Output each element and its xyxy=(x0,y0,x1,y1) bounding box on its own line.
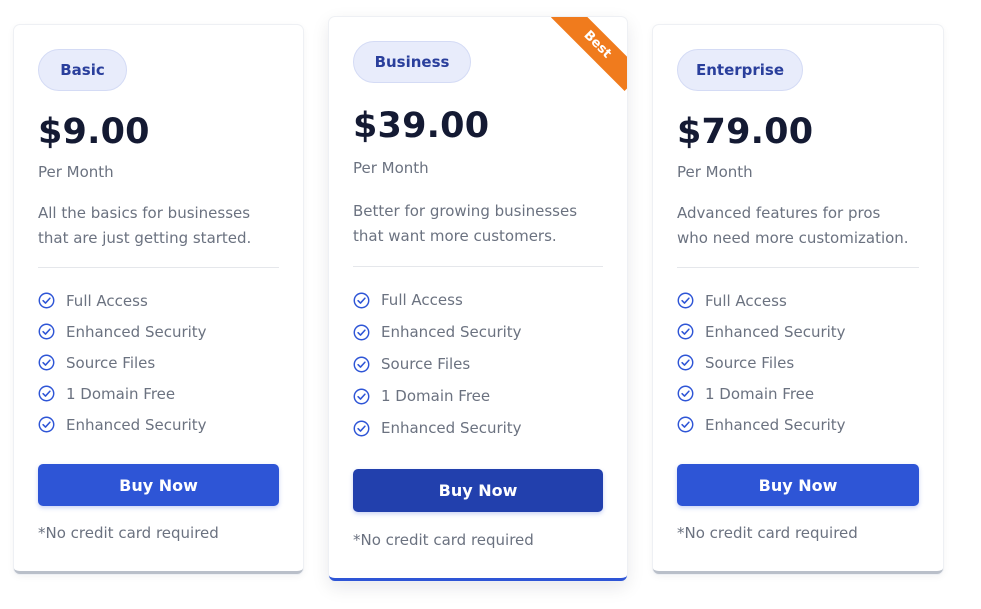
feature-item: Full Access xyxy=(353,284,603,316)
feature-item: Enhanced Security xyxy=(353,316,603,348)
divider xyxy=(38,267,279,268)
check-circle-icon xyxy=(677,385,694,402)
feature-label: Enhanced Security xyxy=(705,415,846,434)
best-ribbon: Best xyxy=(547,17,627,97)
plan-badge: Basic xyxy=(38,49,127,91)
check-circle-icon xyxy=(677,292,694,309)
feature-list: Full Access Enhanced Security Source Fil… xyxy=(353,284,603,444)
feature-label: Enhanced Security xyxy=(381,419,522,437)
buy-now-button[interactable]: Buy Now xyxy=(38,464,279,506)
feature-item: Enhanced Security xyxy=(38,316,283,347)
feature-item: Enhanced Security xyxy=(677,409,919,440)
check-circle-icon xyxy=(38,416,55,433)
buy-now-button[interactable]: Buy Now xyxy=(353,469,603,512)
feature-item: Enhanced Security xyxy=(38,409,283,440)
feature-list: Full Access Enhanced Security Source Fil… xyxy=(677,285,919,440)
feature-label: Enhanced Security xyxy=(66,415,207,434)
plan-description: All the basics for businesses that are j… xyxy=(38,204,252,247)
check-circle-icon xyxy=(677,416,694,433)
feature-label: Full Access xyxy=(381,291,463,309)
feature-label: 1 Domain Free xyxy=(66,384,176,403)
feature-label: Source Files xyxy=(66,353,156,372)
plan-price: $9.00 xyxy=(38,112,150,152)
check-circle-icon xyxy=(353,420,370,436)
feature-label: Full Access xyxy=(66,291,148,310)
feature-item: 1 Domain Free xyxy=(353,380,603,412)
plan-period: Per Month xyxy=(353,159,429,177)
check-circle-icon xyxy=(38,385,55,402)
feature-label: Enhanced Security xyxy=(381,323,522,341)
feature-label: 1 Domain Free xyxy=(381,387,491,405)
feature-item: 1 Domain Free xyxy=(38,378,283,409)
plan-price: $79.00 xyxy=(677,112,814,152)
feature-label: Source Files xyxy=(381,355,471,373)
check-circle-icon xyxy=(353,324,370,340)
feature-item: Enhanced Security xyxy=(353,412,603,444)
divider xyxy=(677,267,919,268)
feature-list: Full Access Enhanced Security Source Fil… xyxy=(38,285,283,440)
check-circle-icon xyxy=(353,292,370,308)
feature-label: 1 Domain Free xyxy=(705,384,815,403)
check-circle-icon xyxy=(38,292,55,309)
plan-description: Advanced features for pros who need more… xyxy=(677,204,909,247)
pricing-card-business: Best Business $39.00 Per Month Better fo… xyxy=(329,17,627,581)
plan-period: Per Month xyxy=(38,163,114,181)
check-circle-icon xyxy=(677,323,694,340)
check-circle-icon xyxy=(38,354,55,371)
feature-item: Source Files xyxy=(353,348,603,380)
divider xyxy=(353,266,603,267)
feature-item: Source Files xyxy=(677,347,919,378)
plan-period: Per Month xyxy=(677,163,753,181)
feature-item: Full Access xyxy=(677,285,919,316)
no-credit-card-note: *No credit card required xyxy=(353,531,534,549)
plan-badge: Enterprise xyxy=(677,49,803,91)
feature-item: Full Access xyxy=(38,285,283,316)
check-circle-icon xyxy=(38,323,55,340)
no-credit-card-note: *No credit card required xyxy=(677,524,858,542)
feature-item: Source Files xyxy=(38,347,283,378)
plan-badge: Business xyxy=(353,41,471,83)
pricing-card-enterprise: Enterprise $79.00 Per Month Advanced fea… xyxy=(653,25,943,574)
buy-now-button[interactable]: Buy Now xyxy=(677,464,919,506)
ribbon-label: Best xyxy=(551,17,627,91)
plan-description: Better for growing businesses that want … xyxy=(353,202,578,245)
feature-item: 1 Domain Free xyxy=(677,378,919,409)
pricing-card-basic: Basic $9.00 Per Month All the basics for… xyxy=(14,25,303,574)
feature-label: Enhanced Security xyxy=(66,322,207,341)
check-circle-icon xyxy=(677,354,694,371)
feature-label: Source Files xyxy=(705,353,795,372)
check-circle-icon xyxy=(353,356,370,372)
feature-item: Enhanced Security xyxy=(677,316,919,347)
plan-price: $39.00 xyxy=(353,106,490,146)
feature-label: Enhanced Security xyxy=(705,322,846,341)
feature-label: Full Access xyxy=(705,291,787,310)
check-circle-icon xyxy=(353,388,370,404)
no-credit-card-note: *No credit card required xyxy=(38,524,219,542)
